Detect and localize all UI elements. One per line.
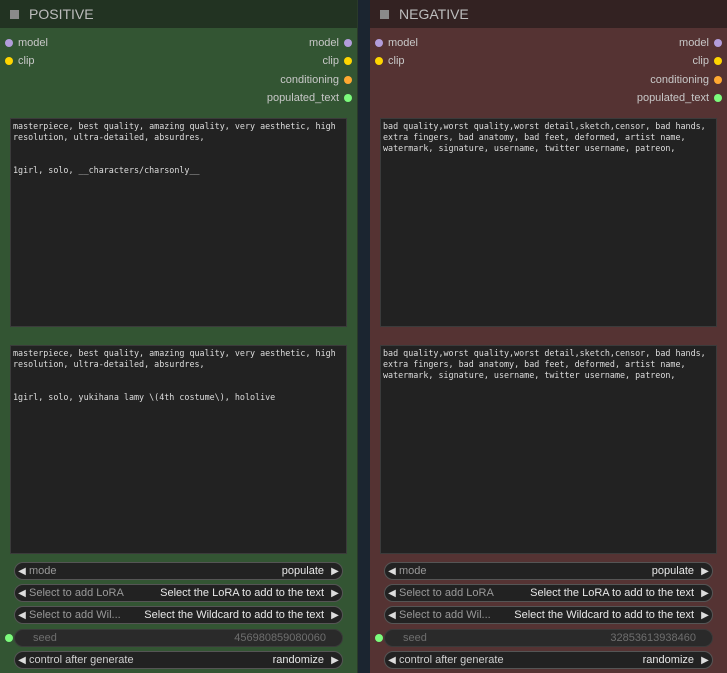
populated-text-area[interactable]: masterpiece, best quality, amazing quali…: [10, 345, 347, 554]
input-label: model: [18, 37, 48, 49]
control-value: randomize: [642, 654, 694, 666]
conditioning-output-dot-icon[interactable]: [714, 76, 722, 84]
right-arrow-icon[interactable]: ▶: [698, 566, 712, 577]
left-arrow-icon[interactable]: ◀: [15, 566, 29, 577]
canvas-background: [358, 0, 370, 673]
output-label: conditioning: [280, 74, 339, 86]
right-arrow-icon[interactable]: ▶: [698, 588, 712, 599]
output-label: clip: [322, 55, 339, 67]
lora-combo[interactable]: ◀ Select to add LoRA Select the LoRA to …: [384, 584, 713, 602]
model-input-dot-icon[interactable]: [375, 39, 383, 47]
wildcard-label: Select to add Wil...: [399, 609, 491, 621]
left-arrow-icon[interactable]: ◀: [385, 588, 399, 599]
output-label: conditioning: [650, 74, 709, 86]
seed-input-dot-icon[interactable]: [375, 634, 383, 642]
right-arrow-icon[interactable]: ▶: [328, 610, 342, 621]
input-label: clip: [388, 55, 405, 67]
wildcard-label: Select to add Wil...: [29, 609, 121, 621]
mode-label: mode: [399, 565, 427, 577]
output-label: model: [309, 37, 339, 49]
collapse-square-icon[interactable]: [10, 9, 19, 19]
seed-label: seed: [403, 632, 427, 644]
right-arrow-icon[interactable]: ▶: [328, 655, 342, 666]
left-arrow-icon[interactable]: ◀: [15, 610, 29, 621]
mode-label: mode: [29, 565, 57, 577]
negative-node[interactable]: NEGATIVE model clip model clip condition…: [370, 0, 727, 673]
clip-output-dot-icon[interactable]: [344, 57, 352, 65]
model-input-dot-icon[interactable]: [5, 39, 13, 47]
left-arrow-icon[interactable]: ◀: [15, 588, 29, 599]
right-arrow-icon[interactable]: ▶: [328, 588, 342, 599]
control-label: control after generate: [399, 654, 504, 666]
model-output-dot-icon[interactable]: [344, 39, 352, 47]
seed-widget[interactable]: seed 456980859080060: [14, 629, 343, 647]
lora-label: Select to add LoRA: [399, 587, 494, 599]
populated-text-area[interactable]: bad quality,worst quality,worst detail,s…: [380, 345, 717, 554]
control-value: randomize: [272, 654, 324, 666]
clip-output-dot-icon[interactable]: [714, 57, 722, 65]
node-title: NEGATIVE: [399, 6, 469, 22]
mode-value: populate: [651, 565, 694, 577]
conditioning-output-dot-icon[interactable]: [344, 76, 352, 84]
right-arrow-icon[interactable]: ▶: [698, 610, 712, 621]
node-title-bar[interactable]: POSITIVE: [0, 0, 357, 28]
right-arrow-icon[interactable]: ▶: [698, 655, 712, 666]
lora-value: Select the LoRA to add to the text: [160, 587, 324, 599]
lora-label: Select to add LoRA: [29, 587, 124, 599]
input-label: clip: [18, 55, 35, 67]
input-label: model: [388, 37, 418, 49]
output-label: populated_text: [636, 92, 709, 104]
clip-input-dot-icon[interactable]: [5, 57, 13, 65]
control-after-generate-combo[interactable]: ◀ control after generate randomize ▶: [384, 651, 713, 669]
seed-label: seed: [33, 632, 57, 644]
left-arrow-icon[interactable]: ◀: [15, 655, 29, 666]
left-arrow-icon[interactable]: ◀: [385, 655, 399, 666]
left-arrow-icon[interactable]: ◀: [385, 566, 399, 577]
populated-text-output-dot-icon[interactable]: [714, 94, 722, 102]
lora-combo[interactable]: ◀ Select to add LoRA Select the LoRA to …: [14, 584, 343, 602]
seed-value: 456980859080060: [234, 632, 326, 644]
node-title: POSITIVE: [29, 6, 94, 22]
lora-value: Select the LoRA to add to the text: [530, 587, 694, 599]
seed-value: 32853613938460: [610, 632, 696, 644]
mode-value: populate: [281, 565, 324, 577]
wildcard-combo[interactable]: ◀ Select to add Wil... Select the Wildca…: [14, 606, 343, 624]
output-label: model: [679, 37, 709, 49]
clip-input-dot-icon[interactable]: [375, 57, 383, 65]
node-title-bar[interactable]: NEGATIVE: [370, 0, 727, 28]
control-label: control after generate: [29, 654, 134, 666]
output-label: clip: [692, 55, 709, 67]
wildcard-combo[interactable]: ◀ Select to add Wil... Select the Wildca…: [384, 606, 713, 624]
control-after-generate-combo[interactable]: ◀ control after generate randomize ▶: [14, 651, 343, 669]
right-arrow-icon[interactable]: ▶: [328, 566, 342, 577]
wildcard-value: Select the Wildcard to add to the text: [514, 609, 694, 621]
left-arrow-icon[interactable]: ◀: [385, 610, 399, 621]
seed-widget[interactable]: seed 32853613938460: [384, 629, 713, 647]
wildcard-text-area[interactable]: masterpiece, best quality, amazing quali…: [10, 118, 347, 327]
wildcard-text-area[interactable]: bad quality,worst quality,worst detail,s…: [380, 118, 717, 327]
mode-combo[interactable]: ◀ mode populate ▶: [14, 562, 343, 580]
mode-combo[interactable]: ◀ mode populate ▶: [384, 562, 713, 580]
populated-text-output-dot-icon[interactable]: [344, 94, 352, 102]
positive-node[interactable]: POSITIVE model clip model clip condition…: [0, 0, 358, 673]
output-label: populated_text: [266, 92, 339, 104]
collapse-square-icon[interactable]: [380, 9, 389, 19]
wildcard-value: Select the Wildcard to add to the text: [144, 609, 324, 621]
model-output-dot-icon[interactable]: [714, 39, 722, 47]
seed-input-dot-icon[interactable]: [5, 634, 13, 642]
